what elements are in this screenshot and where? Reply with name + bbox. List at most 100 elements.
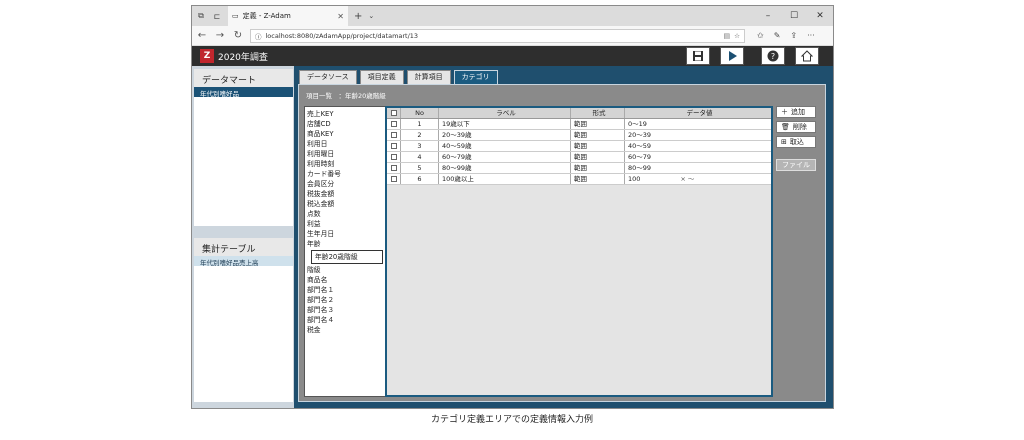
cell-type[interactable]: 範囲 [571,119,625,129]
cell-label[interactable]: 60～79歳 [439,152,571,162]
tab-datasource[interactable]: データソース [299,70,357,84]
browser-tab[interactable]: ▭ 定義 - Z-Adam ✕ [228,6,348,26]
pen-icon[interactable]: ✎ [774,31,781,40]
home-button[interactable] [795,47,819,65]
field-list-item[interactable]: 店舗CD [307,119,383,129]
cell-value[interactable]: 60～79 [625,152,771,162]
field-list-item[interactable]: 部門名２ [307,295,383,305]
field-list-item[interactable]: 階級 [307,265,383,275]
save-icon [693,51,703,61]
cell-type[interactable]: 範囲 [571,174,625,184]
cell-label[interactable]: 80～99歳 [439,163,571,173]
field-list-item[interactable]: 生年月日 [307,229,383,239]
table-row[interactable]: 6 100歳以上 範囲 100 × ～ [387,174,771,185]
field-list-item[interactable]: 売上KEY [307,109,383,119]
table-row[interactable]: 4 60～79歳 範囲 60～79 [387,152,771,163]
table-row[interactable]: 1 19歳以下 範囲 0～19 [387,119,771,130]
cell-type[interactable]: 範囲 [571,163,625,173]
forward-icon[interactable]: → [214,30,226,41]
table-row[interactable]: 2 20～39歳 範囲 20～39 [387,130,771,141]
cell-value[interactable]: 100 × ～ [625,174,771,184]
table-row[interactable]: 5 80～99歳 範囲 80～99 [387,163,771,174]
url-field[interactable]: ⓘ localhost:8080/zAdamApp/project/datama… [250,28,745,43]
help-button[interactable]: ? [761,47,785,65]
cell-value[interactable]: 0～19 [625,119,771,129]
field-list-item[interactable]: 商品名 [307,275,383,285]
row-checkbox[interactable] [387,174,401,184]
field-list-item[interactable]: 点数 [307,209,383,219]
cell-type[interactable]: 範囲 [571,141,625,151]
field-list-item[interactable]: 部門名１ [307,285,383,295]
field-list-item[interactable]: 利用曜日 [307,149,383,159]
field-list-item[interactable]: 会員区分 [307,179,383,189]
field-name-edit-input[interactable]: 年齢20歳階級 [311,250,383,264]
run-button[interactable] [720,47,744,65]
back-icon[interactable]: ← [196,30,208,41]
tab-back-icon[interactable]: ⊏ [210,9,224,23]
aggregate-table-item[interactable]: 年代別嗜好品売上高 [194,256,293,267]
more-icon[interactable]: ··· [807,31,815,40]
datamart-item[interactable]: 年代別嗜好品 [194,87,293,98]
import-button[interactable]: ⊞ 取込 [776,136,816,148]
table-row[interactable]: 3 40～59歳 範囲 40～59 [387,141,771,152]
select-all-checkbox[interactable] [387,108,401,118]
field-list-before: 売上KEY 店舗CD 商品KEY 利用日 利用曜日 利用時刻 カード番号 会員区分 税抜金額 税込… [307,109,383,249]
cell-value[interactable]: 40～59 [625,141,771,151]
share-icon[interactable]: ⇪ [790,31,797,40]
field-list-item[interactable]: 税金 [307,325,383,335]
field-list-item[interactable]: 商品KEY [307,129,383,139]
close-tab-icon[interactable]: ✕ [337,12,344,21]
cell-label[interactable]: 20～39歳 [439,130,571,140]
field-list-item[interactable]: カード番号 [307,169,383,179]
field-list-item[interactable]: 利益 [307,219,383,229]
refresh-icon[interactable]: ↻ [232,30,244,41]
field-list-item[interactable]: 部門名４ [307,315,383,325]
cell-value-text: 100 [628,175,641,183]
row-checkbox[interactable] [387,163,401,173]
tab-field-definition[interactable]: 項目定義 [359,70,404,84]
field-list-item[interactable]: 税込金額 [307,199,383,209]
row-checkbox[interactable] [387,141,401,151]
browser-window: ⧉ ⊏ ▭ 定義 - Z-Adam ✕ + ⌄ – ☐ ✕ ← → ↻ ⓘ lo… [191,5,834,409]
field-list-item[interactable]: 利用日 [307,139,383,149]
app-header: Z 2020年調査 ? [192,46,833,66]
field-list-item[interactable]: 税抜金額 [307,189,383,199]
info-icon: ⓘ [255,32,262,41]
header-value: データ値 [686,109,713,117]
minimize-icon[interactable]: – [755,6,781,26]
trash-icon: 🗑 [781,123,790,131]
cell-value[interactable]: 20～39 [625,130,771,140]
new-tab-icon[interactable]: + [354,11,362,22]
cell-label[interactable]: 40～59歳 [439,141,571,151]
field-list-item[interactable]: 利用時刻 [307,159,383,169]
field-list-after: 階級 商品名 部門名１ 部門名２ 部門名３ 部門名４ 税金 [307,265,383,335]
cell-type[interactable]: 範囲 [571,152,625,162]
field-list: 売上KEY 店舗CD 商品KEY 利用日 利用曜日 利用時刻 カード番号 会員区分 税抜金額 税込… [304,106,386,397]
add-button[interactable]: ＋追加 [776,106,816,118]
close-window-icon[interactable]: ✕ [807,6,833,26]
row-checkbox[interactable] [387,152,401,162]
cell-type[interactable]: 範囲 [571,130,625,140]
favorites-icon[interactable]: ✩ [757,31,764,40]
chevron-down-icon[interactable]: ⌄ [368,12,374,20]
favorite-star-icon[interactable]: ☆ [734,32,740,40]
tab-calculated-field[interactable]: 計算項目 [406,70,451,84]
cell-label[interactable]: 100歳以上 [439,174,571,184]
tab-actions-icon[interactable]: ⧉ [194,9,208,23]
save-button[interactable] [686,47,710,65]
read-mode-icon[interactable]: ▤ [724,32,731,40]
cell-value[interactable]: 80～99 [625,163,771,173]
delete-button[interactable]: 🗑 削除 [776,121,816,133]
grid-icon: ⊞ [781,138,787,146]
cell-no: 1 [401,119,439,129]
file-button[interactable]: ファイル [776,159,816,171]
svg-text:?: ? [771,52,775,61]
cell-value-text: 20～39 [628,131,652,139]
cell-label[interactable]: 19歳以下 [439,119,571,129]
field-list-item[interactable]: 部門名３ [307,305,383,315]
row-checkbox[interactable] [387,119,401,129]
row-checkbox[interactable] [387,130,401,140]
tab-category[interactable]: カテゴリ [453,70,498,84]
maximize-icon[interactable]: ☐ [781,6,807,26]
field-list-item[interactable]: 年齢 [307,239,383,249]
